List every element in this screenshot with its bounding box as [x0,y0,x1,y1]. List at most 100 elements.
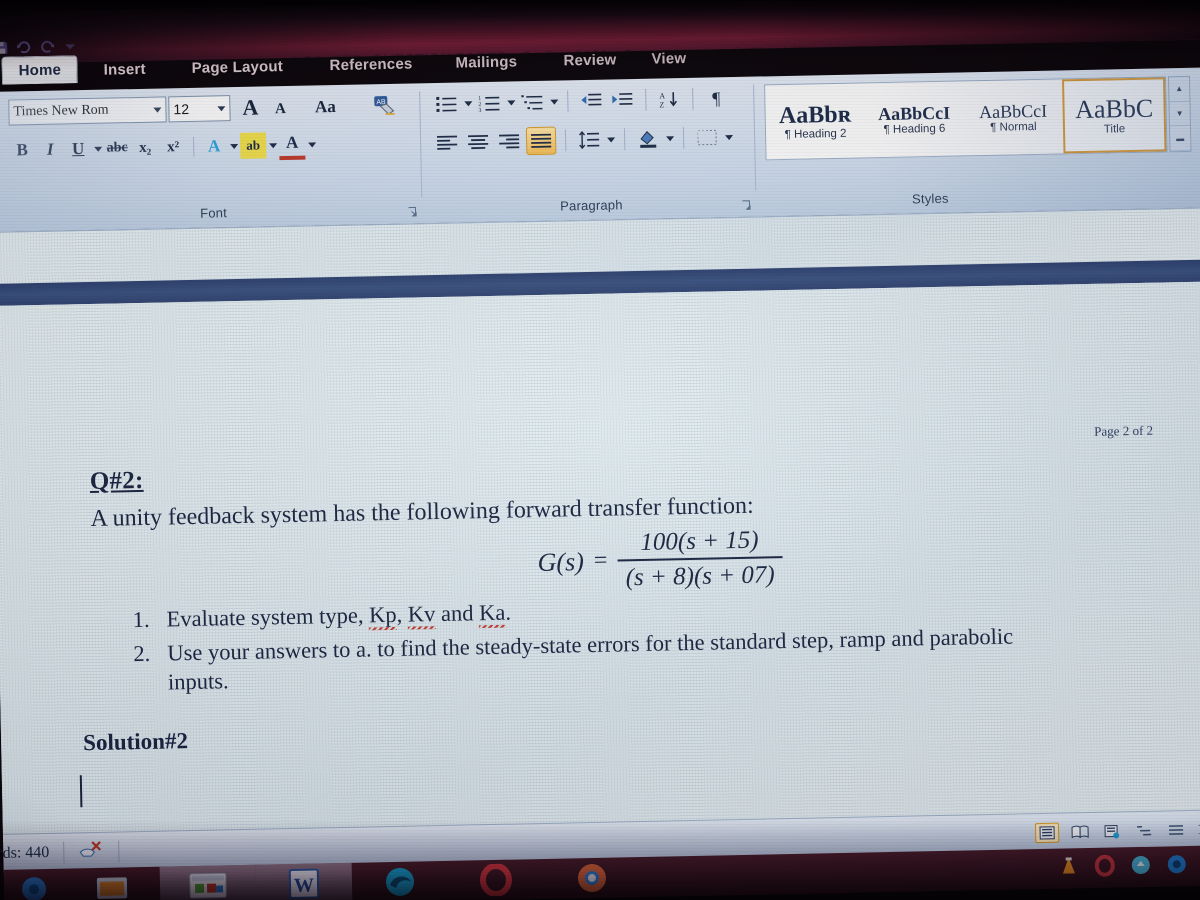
line-spacing-chevron-down-icon[interactable] [607,136,616,143]
taskbar-chrome-icon[interactable] [544,857,641,899]
font-name-input[interactable]: Times New Rom [8,96,167,126]
document-canvas[interactable]: Page 2 of 2 Q#2: A unity feedback system… [0,207,1200,842]
subscript-button[interactable]: x₂ [132,135,159,162]
svg-text:Z: Z [659,100,664,108]
font-color-button[interactable]: A [278,129,306,161]
style-item-normal[interactable]: AaBbCcI ¶ Normal [963,79,1063,155]
numbering-chevron-down-icon[interactable] [507,99,516,106]
align-left-icon[interactable] [433,129,462,156]
list-text-prefix: Evaluate system type, [166,602,370,632]
text-effects-button[interactable]: A [201,133,228,160]
taskbar-word-icon[interactable]: W [255,862,353,900]
style-item-title[interactable]: AaBbC Title [1062,77,1167,154]
highlight-chevron-down-icon[interactable] [269,142,278,148]
text-effects-chevron-down-icon[interactable] [230,143,239,149]
style-name: ¶ Heading 2 [784,127,847,141]
print-layout-icon[interactable] [1034,822,1060,844]
taskbar-folder-icon[interactable] [64,867,161,900]
shading-chevron-down-icon[interactable] [666,135,675,141]
font-size-value: 12 [173,100,190,118]
system-tray[interactable] [1058,852,1200,882]
full-screen-reading-icon[interactable] [1069,823,1091,841]
borders-chevron-down-icon[interactable] [725,134,734,140]
opera-tray-icon[interactable] [1094,854,1117,881]
clear-formatting-icon[interactable]: AB [370,93,399,120]
status-right-cluster[interactable]: 110 [1034,819,1200,844]
numbered-list-icon[interactable]: 123 [475,90,504,117]
font-color-chevron-down-icon[interactable] [308,141,317,148]
styles-scroll-down-icon[interactable]: ▼ [1169,101,1190,127]
app-tray-icon[interactable] [1130,853,1153,880]
equation-lhs: G(s) [537,546,585,577]
font-size-input[interactable]: 12 [168,95,231,123]
superscript-button[interactable]: x² [160,134,187,161]
sort-az-icon[interactable]: AZ [655,86,684,113]
taskbar-explorer-icon[interactable] [159,864,257,900]
draft-icon[interactable] [1165,821,1187,839]
paragraph-row-2[interactable] [433,123,734,157]
strikethrough-button[interactable]: abc [104,135,131,162]
tab-insert[interactable]: Insert [91,57,158,83]
font-group-label: Font [199,205,228,221]
align-justify-icon[interactable] [525,126,557,156]
word-count[interactable]: ords: 440 [0,844,50,863]
show-formatting-marks-button[interactable]: ¶ [702,85,731,112]
styles-more-icon[interactable]: ▬ [1169,126,1191,152]
tab-review[interactable]: Review [551,47,628,74]
style-name: ¶ Normal [990,120,1037,134]
decrease-indent-icon[interactable] [577,88,606,115]
bold-button[interactable]: B [9,137,36,164]
change-case-button[interactable]: Aa [308,95,342,120]
bullet-list-icon[interactable] [432,91,461,118]
language-indicator[interactable] [133,845,139,857]
shrink-font-button[interactable]: A [268,98,292,120]
line-spacing-icon[interactable] [575,127,604,154]
multilevel-chevron-down-icon[interactable] [550,99,559,105]
align-right-icon[interactable] [495,128,524,155]
chevron-down-icon[interactable] [153,107,162,113]
proofing-errors-icon[interactable] [78,839,104,865]
multilevel-list-icon[interactable] [518,89,547,116]
styles-gallery[interactable]: AaBbʀ ¶ Heading 2 AaBbCcI ¶ Heading 6 Aa… [764,76,1168,161]
taskbar-start-icon[interactable] [4,869,65,900]
transfer-function-equation: G(s) = 100(s + 15) (s + 8)(s + 07) [537,526,783,594]
outline-icon[interactable] [1133,822,1155,840]
misspelled-term-ka: Ka [478,599,506,629]
misspelled-term-kv: Kv [407,601,436,630]
taskbar-edge-icon[interactable] [352,861,449,900]
tab-page-layout[interactable]: Page Layout [179,54,295,81]
highlight-button[interactable]: ab [239,132,267,159]
question-heading: Q#2: [89,466,144,496]
list-text-suffix: and [435,600,480,627]
web-layout-icon[interactable] [1101,822,1123,840]
equation-equals: = [593,547,608,574]
bullets-chevron-down-icon[interactable] [464,100,473,106]
svg-text:3: 3 [478,108,481,112]
style-item-heading-6[interactable]: AaBbCcI ¶ Heading 6 [864,81,964,157]
font-dialog-launcher-icon[interactable] [407,204,418,217]
style-name: Title [1103,122,1126,136]
style-name: ¶ Heading 6 [883,122,946,136]
italic-button[interactable]: I [37,136,64,163]
equation-numerator: 100(s + 15) [640,526,759,556]
paragraph-row-1[interactable]: 123 AZ ¶ [432,85,730,117]
styles-scroll-up-icon[interactable]: ▲ [1168,76,1190,102]
styles-gallery-scroll[interactable]: ▲ ▼ ▬ [1167,75,1192,153]
increase-indent-icon[interactable] [608,87,637,114]
vlc-tray-icon[interactable] [1058,855,1081,882]
tab-view[interactable]: View [639,46,698,72]
underline-button[interactable]: U [65,136,92,163]
align-center-icon[interactable] [464,129,493,156]
tab-home[interactable]: Home [1,55,79,85]
style-item-heading-2[interactable]: AaBbʀ ¶ Heading 2 [765,83,865,159]
taskbar-opera-icon[interactable] [448,859,545,900]
shading-icon[interactable] [634,125,663,152]
chevron-down-icon[interactable] [217,105,226,111]
tab-references[interactable]: References [317,51,424,78]
chrome-tray-icon[interactable] [1166,853,1189,880]
font-style-buttons[interactable]: B I U abc x₂ x² A ab A [9,129,317,165]
underline-chevron-down-icon[interactable] [94,146,103,152]
tab-mailings[interactable]: Mailings [443,49,529,76]
borders-icon[interactable] [693,124,722,151]
grow-font-button[interactable]: A [236,94,265,121]
